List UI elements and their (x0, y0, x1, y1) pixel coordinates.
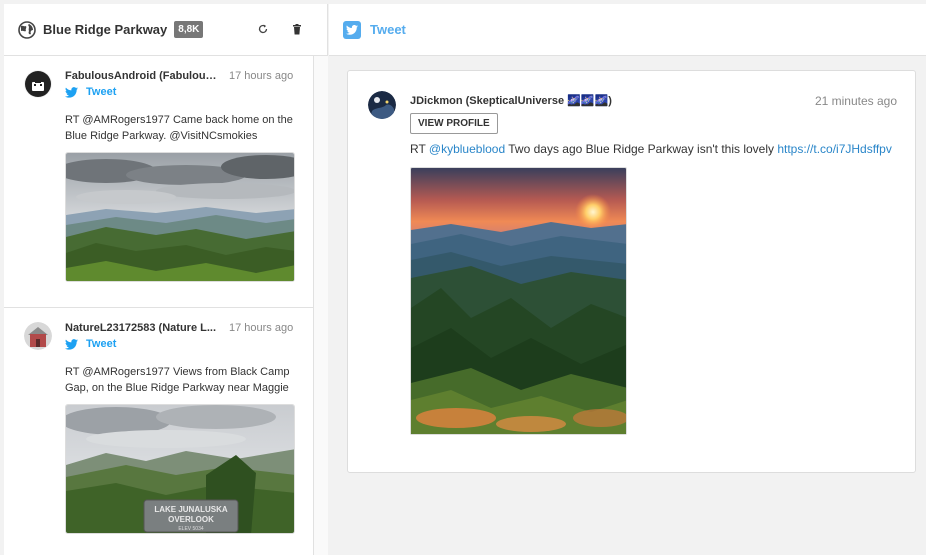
tweet-image[interactable] (410, 167, 627, 435)
follower-count-badge: 8,8K (174, 21, 204, 38)
detail-header-label: Tweet (370, 22, 406, 37)
twitter-logo-icon (343, 20, 361, 39)
tweet-detail-card: JDickmon (SkepticalUniverse 🌌🌌🌌) 21 minu… (347, 70, 916, 473)
author-name[interactable]: JDickmon (SkepticalUniverse 🌌🌌🌌) (410, 94, 612, 107)
sign-line-2: OVERLOOK (168, 515, 214, 524)
avatar[interactable] (368, 91, 396, 119)
tweet-text-prefix: RT (410, 142, 429, 156)
feed-list: FabulousAndroid (Fabulous... 17 hours ag… (4, 56, 314, 555)
tweet-text: RT @AMRogers1977 Came back home on the B… (65, 114, 293, 142)
author-name[interactable]: FabulousAndroid (Fabulous... (65, 70, 220, 82)
feed-column: Blue Ridge Parkway 8,8K FabulousAndroid … (4, 4, 328, 555)
post-type: Tweet (65, 86, 116, 98)
column-title: Blue Ridge Parkway (43, 22, 168, 37)
detail-header: Tweet (329, 4, 926, 56)
column-header: Blue Ridge Parkway 8,8K (4, 4, 327, 56)
tweet-image[interactable] (65, 152, 295, 282)
twitter-bird-icon (65, 338, 78, 350)
app-window: Blue Ridge Parkway 8,8K FabulousAndroid … (0, 0, 926, 555)
url-link[interactable]: https://t.co/i7JHdsffpv (777, 142, 892, 156)
timestamp: 21 minutes ago (814, 94, 897, 108)
post-type-label: Tweet (86, 86, 117, 98)
tweet-image[interactable]: LAKE JUNALUSKA OVERLOOK ELEV 5034 (65, 404, 295, 534)
sign-line-1: LAKE JUNALUSKA (154, 505, 228, 514)
tweet-text: RT @AMRogers1977 Views from Black Camp G… (65, 366, 290, 394)
avatar[interactable] (24, 322, 52, 350)
view-profile-button[interactable]: VIEW PROFILE (410, 113, 498, 134)
post-type: Tweet (65, 338, 116, 350)
sign-line-3: ELEV 5034 (178, 526, 204, 532)
refresh-icon[interactable] (256, 22, 270, 36)
tweet-text: RT @kyblueblood Two days ago Blue Ridge … (410, 142, 892, 156)
feed-scrollbar[interactable] (314, 56, 328, 555)
avatar[interactable] (24, 70, 52, 98)
author-name[interactable]: NatureL23172583 (Nature L... (65, 322, 220, 334)
twitter-bird-icon (65, 86, 78, 98)
timestamp: 17 hours ago (229, 70, 294, 82)
detail-panel: Tweet JDickmon (SkepticalUniverse 🌌🌌🌌) 2… (329, 4, 926, 555)
list-item[interactable]: FabulousAndroid (Fabulous... 17 hours ag… (4, 56, 313, 308)
list-item[interactable]: NatureL23172583 (Nature L... 17 hours ag… (4, 308, 313, 555)
globe-icon (18, 20, 36, 39)
tweet-text-body: Two days ago Blue Ridge Parkway isn't th… (505, 142, 778, 156)
timestamp: 17 hours ago (229, 322, 294, 334)
trash-icon[interactable] (290, 22, 304, 36)
post-type-label: Tweet (86, 338, 117, 350)
mention-link[interactable]: @kyblueblood (429, 142, 505, 156)
